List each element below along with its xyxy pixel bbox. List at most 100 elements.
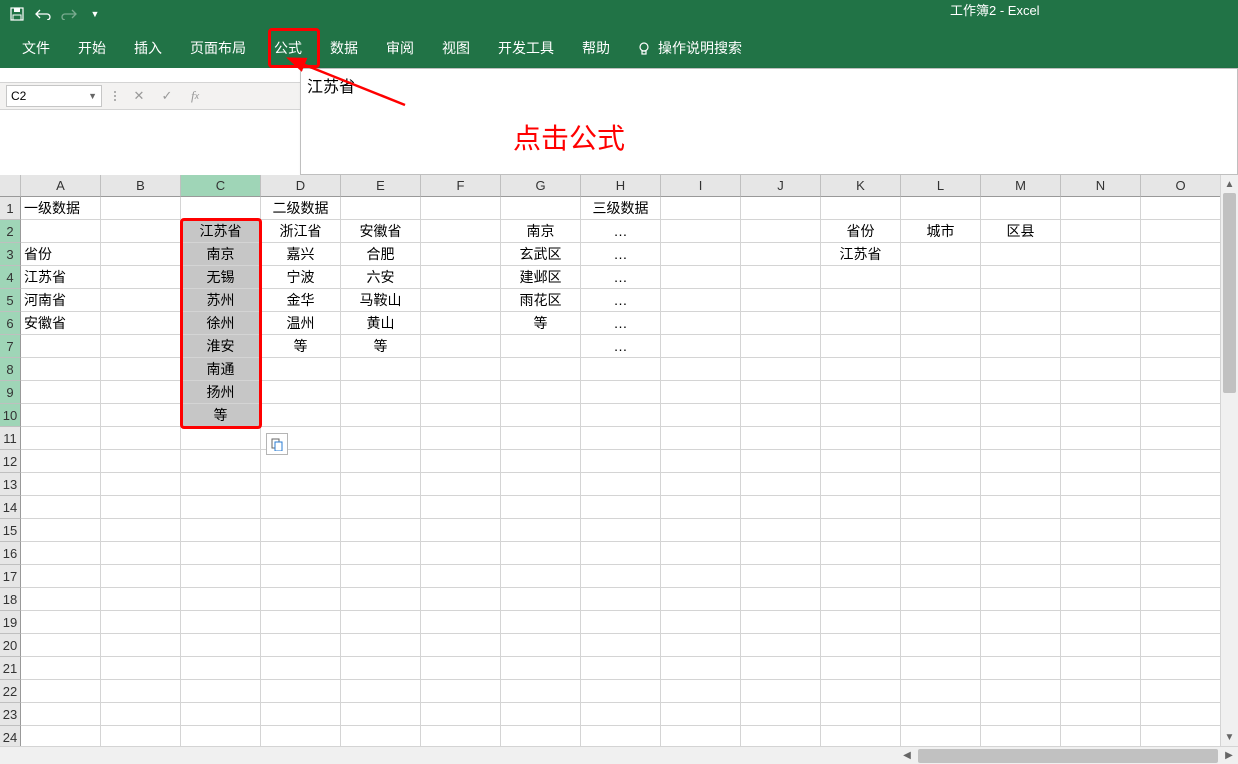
cell-I3[interactable]: [661, 243, 741, 266]
cell-O18[interactable]: [1141, 588, 1221, 611]
cell-E4[interactable]: 六安: [341, 266, 421, 289]
cell-B1[interactable]: [101, 197, 181, 220]
cell-L7[interactable]: [901, 335, 981, 358]
cell-E1[interactable]: [341, 197, 421, 220]
cell-O17[interactable]: [1141, 565, 1221, 588]
cell-E14[interactable]: [341, 496, 421, 519]
cell-M1[interactable]: [981, 197, 1061, 220]
cell-I17[interactable]: [661, 565, 741, 588]
cell-O11[interactable]: [1141, 427, 1221, 450]
cell-I11[interactable]: [661, 427, 741, 450]
undo-icon[interactable]: [34, 5, 52, 23]
cell-B4[interactable]: [101, 266, 181, 289]
row-header-3[interactable]: 3: [0, 243, 21, 266]
cell-G17[interactable]: [501, 565, 581, 588]
cell-J6[interactable]: [741, 312, 821, 335]
cell-K6[interactable]: [821, 312, 901, 335]
cell-M7[interactable]: [981, 335, 1061, 358]
tab-insert[interactable]: 插入: [120, 30, 176, 66]
cell-N4[interactable]: [1061, 266, 1141, 289]
cell-E20[interactable]: [341, 634, 421, 657]
cell-F24[interactable]: [421, 726, 501, 746]
cell-F23[interactable]: [421, 703, 501, 726]
cell-H12[interactable]: [581, 450, 661, 473]
cell-F20[interactable]: [421, 634, 501, 657]
row-header-23[interactable]: 23: [0, 703, 21, 726]
cell-N2[interactable]: [1061, 220, 1141, 243]
cell-L12[interactable]: [901, 450, 981, 473]
cell-H22[interactable]: [581, 680, 661, 703]
cell-B11[interactable]: [101, 427, 181, 450]
cell-O15[interactable]: [1141, 519, 1221, 542]
cell-L10[interactable]: [901, 404, 981, 427]
cell-B6[interactable]: [101, 312, 181, 335]
cell-E24[interactable]: [341, 726, 421, 746]
cell-H18[interactable]: [581, 588, 661, 611]
cell-B21[interactable]: [101, 657, 181, 680]
cell-K17[interactable]: [821, 565, 901, 588]
cell-O22[interactable]: [1141, 680, 1221, 703]
cell-M23[interactable]: [981, 703, 1061, 726]
cell-M13[interactable]: [981, 473, 1061, 496]
cell-I15[interactable]: [661, 519, 741, 542]
cell-I22[interactable]: [661, 680, 741, 703]
cell-N14[interactable]: [1061, 496, 1141, 519]
cell-A6[interactable]: 安徽省: [21, 312, 101, 335]
cell-I13[interactable]: [661, 473, 741, 496]
scroll-left-icon[interactable]: ◀: [898, 747, 916, 764]
cell-F4[interactable]: [421, 266, 501, 289]
cell-B19[interactable]: [101, 611, 181, 634]
cell-K2[interactable]: 省份: [821, 220, 901, 243]
row-header-4[interactable]: 4: [0, 266, 21, 289]
row-header-19[interactable]: 19: [0, 611, 21, 634]
cell-A2[interactable]: [21, 220, 101, 243]
cell-M20[interactable]: [981, 634, 1061, 657]
qat-dropdown-icon[interactable]: ▼: [86, 5, 104, 23]
cell-M24[interactable]: [981, 726, 1061, 746]
cell-I8[interactable]: [661, 358, 741, 381]
cell-G9[interactable]: [501, 381, 581, 404]
cell-I24[interactable]: [661, 726, 741, 746]
cell-B10[interactable]: [101, 404, 181, 427]
col-header-A[interactable]: A: [21, 175, 101, 197]
cell-N3[interactable]: [1061, 243, 1141, 266]
row-header-2[interactable]: 2: [0, 220, 21, 243]
cell-A20[interactable]: [21, 634, 101, 657]
cell-A24[interactable]: [21, 726, 101, 746]
cell-D21[interactable]: [261, 657, 341, 680]
row-header-18[interactable]: 18: [0, 588, 21, 611]
cell-G23[interactable]: [501, 703, 581, 726]
cell-F11[interactable]: [421, 427, 501, 450]
cell-G21[interactable]: [501, 657, 581, 680]
cell-D20[interactable]: [261, 634, 341, 657]
cell-J7[interactable]: [741, 335, 821, 358]
cell-O13[interactable]: [1141, 473, 1221, 496]
cell-J12[interactable]: [741, 450, 821, 473]
cell-L18[interactable]: [901, 588, 981, 611]
cell-G13[interactable]: [501, 473, 581, 496]
cell-E16[interactable]: [341, 542, 421, 565]
cancel-icon[interactable]: ✕: [130, 87, 148, 105]
cell-E10[interactable]: [341, 404, 421, 427]
cell-G19[interactable]: [501, 611, 581, 634]
cell-B16[interactable]: [101, 542, 181, 565]
cell-D1[interactable]: 二级数据: [261, 197, 341, 220]
cell-J22[interactable]: [741, 680, 821, 703]
cell-C7[interactable]: 淮安: [181, 335, 261, 358]
cell-F21[interactable]: [421, 657, 501, 680]
cell-E19[interactable]: [341, 611, 421, 634]
cell-K23[interactable]: [821, 703, 901, 726]
cell-O8[interactable]: [1141, 358, 1221, 381]
cell-H7[interactable]: …: [581, 335, 661, 358]
cell-H15[interactable]: [581, 519, 661, 542]
cell-E23[interactable]: [341, 703, 421, 726]
cell-I18[interactable]: [661, 588, 741, 611]
cell-C1[interactable]: [181, 197, 261, 220]
cell-G11[interactable]: [501, 427, 581, 450]
cell-C23[interactable]: [181, 703, 261, 726]
cell-C14[interactable]: [181, 496, 261, 519]
save-icon[interactable]: [8, 5, 26, 23]
cell-B20[interactable]: [101, 634, 181, 657]
cell-H3[interactable]: …: [581, 243, 661, 266]
cell-C10[interactable]: 等: [181, 404, 261, 427]
